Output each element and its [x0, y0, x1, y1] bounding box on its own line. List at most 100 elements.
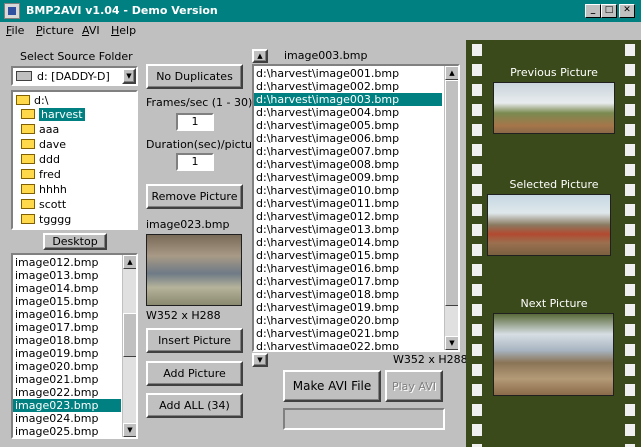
tree-item-root[interactable]: d:\ [16, 94, 48, 108]
drive-icon [16, 71, 32, 81]
file-list-scrollbar[interactable]: ▲ ▼ [122, 255, 136, 437]
scroll-down-icon[interactable]: ▼ [123, 423, 136, 437]
film-sprocket-hole [472, 164, 482, 176]
tree-item[interactable]: ddd [21, 153, 60, 167]
sequence-item[interactable]: d:\harvest\image013.bmp [254, 223, 442, 236]
insert-picture-button[interactable]: Insert Picture [146, 328, 243, 353]
list-item[interactable]: image020.bmp [13, 360, 121, 373]
list-item[interactable]: image021.bmp [13, 373, 121, 386]
maximize-button[interactable]: □ [601, 4, 617, 18]
film-sprocket-hole [625, 344, 635, 356]
list-item[interactable]: image019.bmp [13, 347, 121, 360]
desktop-button[interactable]: Desktop [43, 233, 107, 250]
selected-picture-label: Selected Picture [509, 178, 599, 191]
sequence-list-rows: d:\harvest\image001.bmp d:\harvest\image0… [254, 67, 442, 350]
list-item[interactable]: image016.bmp [13, 308, 121, 321]
sequence-item[interactable]: d:\harvest\image016.bmp [254, 262, 442, 275]
folder-icon [21, 154, 35, 164]
sequence-item[interactable]: d:\harvest\image001.bmp [254, 67, 442, 80]
sequence-item[interactable]: d:\harvest\image019.bmp [254, 301, 442, 314]
tree-item[interactable]: scott [21, 198, 66, 212]
sequence-item[interactable]: d:\harvest\image002.bmp [254, 80, 442, 93]
scroll-thumb[interactable] [123, 313, 136, 357]
sequence-current-name: image003.bmp [284, 49, 368, 62]
move-down-icon[interactable]: ▼ [252, 353, 268, 367]
list-item[interactable]: image013.bmp [13, 269, 121, 282]
tree-item[interactable]: tgggg [21, 213, 71, 227]
sequence-item[interactable]: d:\harvest\image005.bmp [254, 119, 442, 132]
list-item[interactable]: image018.bmp [13, 334, 121, 347]
film-sprocket-hole [625, 364, 635, 376]
next-picture-image[interactable] [493, 313, 614, 396]
sequence-item[interactable]: d:\harvest\image018.bmp [254, 288, 442, 301]
sequence-item[interactable]: d:\harvest\image010.bmp [254, 184, 442, 197]
sequence-item[interactable]: d:\harvest\image004.bmp [254, 106, 442, 119]
previous-picture-image[interactable] [493, 82, 615, 134]
list-item[interactable]: image024.bmp [13, 412, 121, 425]
menu-picture[interactable]: Picture [36, 24, 74, 37]
film-sprocket-hole [472, 404, 482, 416]
scroll-up-icon[interactable]: ▲ [445, 66, 458, 80]
sequence-item[interactable]: d:\harvest\image007.bmp [254, 145, 442, 158]
drive-value: d: [DADDY-D] [37, 70, 110, 83]
film-sprocket-hole [625, 284, 635, 296]
sequence-list: d:\harvest\image001.bmp d:\harvest\image0… [252, 64, 460, 352]
scroll-up-icon[interactable]: ▲ [123, 255, 136, 269]
tree-item[interactable]: aaa [21, 123, 59, 137]
film-sprocket-hole [625, 264, 635, 276]
film-sprocket-hole [472, 64, 482, 76]
app-icon[interactable] [4, 3, 20, 19]
scroll-thumb[interactable] [445, 80, 458, 306]
list-item[interactable]: image015.bmp [13, 295, 121, 308]
duration-input[interactable]: 1 [176, 153, 214, 171]
tree-item[interactable]: fred [21, 168, 61, 182]
scroll-down-icon[interactable]: ▼ [445, 336, 458, 350]
film-sprocket-hole [625, 144, 635, 156]
list-item[interactable]: image017.bmp [13, 321, 121, 334]
sequence-item[interactable]: d:\harvest\image008.bmp [254, 158, 442, 171]
sequence-scrollbar[interactable]: ▲ ▼ [444, 66, 458, 350]
list-item[interactable]: image023.bmp [13, 399, 121, 412]
sequence-item[interactable]: d:\harvest\image011.bmp [254, 197, 442, 210]
move-up-icon[interactable]: ▲ [252, 49, 268, 63]
folder-icon [21, 199, 35, 209]
title-bar[interactable]: BMP2AVI v1.04 - Demo Version _ □ ✕ [0, 0, 641, 22]
sequence-item[interactable]: d:\harvest\image015.bmp [254, 249, 442, 262]
add-all-button[interactable]: Add ALL (34) [146, 393, 243, 418]
sequence-item[interactable]: d:\harvest\image014.bmp [254, 236, 442, 249]
list-item[interactable]: image014.bmp [13, 282, 121, 295]
no-duplicates-button[interactable]: No Duplicates [146, 64, 243, 89]
tree-item[interactable]: hhhh [21, 183, 67, 197]
sequence-item[interactable]: d:\harvest\image006.bmp [254, 132, 442, 145]
fps-input[interactable]: 1 [176, 113, 214, 131]
menu-help[interactable]: Help [111, 24, 136, 37]
list-item[interactable]: image022.bmp [13, 386, 121, 399]
menu-avi[interactable]: AVI [82, 24, 100, 37]
sequence-item[interactable]: d:\harvest\image012.bmp [254, 210, 442, 223]
sequence-item[interactable]: d:\harvest\image021.bmp [254, 327, 442, 340]
close-button[interactable]: ✕ [619, 4, 635, 18]
list-item[interactable]: image025.bmp [13, 425, 121, 437]
sequence-item[interactable]: d:\harvest\image009.bmp [254, 171, 442, 184]
window-title: BMP2AVI v1.04 - Demo Version [26, 4, 218, 17]
sequence-item[interactable]: d:\harvest\image003.bmp [254, 93, 442, 106]
film-sprocket-hole [472, 184, 482, 196]
sequence-item[interactable]: d:\harvest\image020.bmp [254, 314, 442, 327]
tree-item-harvest[interactable]: harvest [21, 108, 85, 122]
remove-picture-button[interactable]: Remove Picture [146, 184, 243, 209]
drive-select[interactable]: d: [DADDY-D] ▼ [11, 66, 138, 86]
list-item[interactable]: image012.bmp [13, 256, 121, 269]
minimize-button[interactable]: _ [585, 4, 601, 18]
sequence-item[interactable]: d:\harvest\image022.bmp [254, 340, 442, 350]
folder-icon [21, 214, 35, 224]
selected-picture-image[interactable] [487, 194, 611, 256]
film-sprocket-hole [472, 284, 482, 296]
play-avi-button[interactable]: Play AVI [385, 370, 443, 402]
add-picture-button[interactable]: Add Picture [146, 361, 243, 386]
film-sprocket-hole [472, 264, 482, 276]
tree-item[interactable]: dave [21, 138, 66, 152]
chevron-down-icon[interactable]: ▼ [122, 68, 136, 84]
menu-file[interactable]: File [6, 24, 24, 37]
make-avi-button[interactable]: Make AVI File [283, 370, 381, 402]
sequence-item[interactable]: d:\harvest\image017.bmp [254, 275, 442, 288]
